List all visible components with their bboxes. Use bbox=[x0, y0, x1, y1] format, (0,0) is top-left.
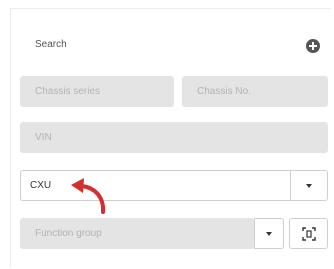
value-dropdown-button[interactable] bbox=[290, 170, 328, 201]
caret-down-icon bbox=[306, 183, 312, 188]
chassis-series-placeholder: Chassis series bbox=[35, 86, 101, 97]
panel-title: Search bbox=[35, 39, 67, 50]
scan-button[interactable] bbox=[289, 218, 328, 249]
selected-value-input[interactable]: CXU bbox=[20, 170, 290, 201]
function-group-placeholder: Function group bbox=[35, 228, 102, 239]
plus-glyph bbox=[309, 42, 317, 50]
function-group-field: Function group bbox=[20, 218, 254, 249]
plus-circle-icon[interactable] bbox=[306, 39, 320, 53]
vin-placeholder: VIN bbox=[35, 132, 52, 143]
caret-down-icon bbox=[266, 231, 272, 236]
chassis-no-field: Chassis No. bbox=[182, 76, 328, 107]
chassis-series-field: Chassis series bbox=[20, 76, 174, 107]
vin-field: VIN bbox=[20, 122, 328, 153]
selected-value-text: CXU bbox=[30, 180, 52, 191]
chassis-no-placeholder: Chassis No. bbox=[197, 86, 251, 97]
scan-icon bbox=[301, 226, 316, 241]
search-panel-header: Search bbox=[11, 9, 331, 75]
red-curved-arrow-icon bbox=[71, 178, 106, 214]
function-group-dropdown-button[interactable] bbox=[254, 218, 284, 249]
